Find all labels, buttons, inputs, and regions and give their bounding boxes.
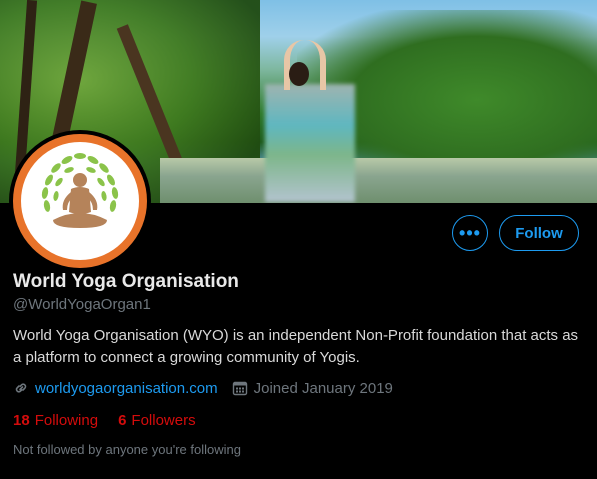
followers-count: 6	[118, 411, 127, 429]
profile-stats: 18 Following 6 Followers	[13, 410, 196, 430]
follow-button-label: Follow	[515, 224, 563, 242]
following-label: Following	[34, 411, 99, 429]
avatar[interactable]	[9, 130, 151, 272]
yoga-tree-logo-icon	[41, 153, 119, 228]
profile-handle: @WorldYogaOrgan1	[13, 296, 151, 313]
followed-by-note: Not followed by anyone you're following	[13, 442, 241, 457]
profile-name: World Yoga Organisation	[13, 271, 239, 292]
link-icon	[13, 380, 29, 396]
profile-joined-date: Joined January 2019	[253, 379, 393, 397]
calendar-icon	[232, 380, 248, 396]
profile-bio: World Yoga Organisation (WYO) is an inde…	[13, 327, 579, 366]
more-options-button[interactable]: •••	[452, 215, 488, 251]
profile-meta: worldyogaorganisation.com Joined January…	[13, 377, 393, 399]
banner-water	[160, 158, 597, 203]
following-link[interactable]: 18 Following	[13, 412, 98, 429]
profile-website-link[interactable]: worldyogaorganisation.com	[35, 380, 218, 397]
following-count: 18	[13, 411, 30, 429]
banner-figure-head	[289, 62, 309, 86]
banner-blurred-figure	[265, 84, 355, 202]
followers-label: Followers	[131, 411, 196, 429]
avatar-logo	[13, 134, 147, 268]
follow-button[interactable]: Follow	[499, 215, 579, 251]
more-icon: •••	[459, 222, 481, 243]
followers-link[interactable]: 6 Followers	[118, 412, 196, 429]
